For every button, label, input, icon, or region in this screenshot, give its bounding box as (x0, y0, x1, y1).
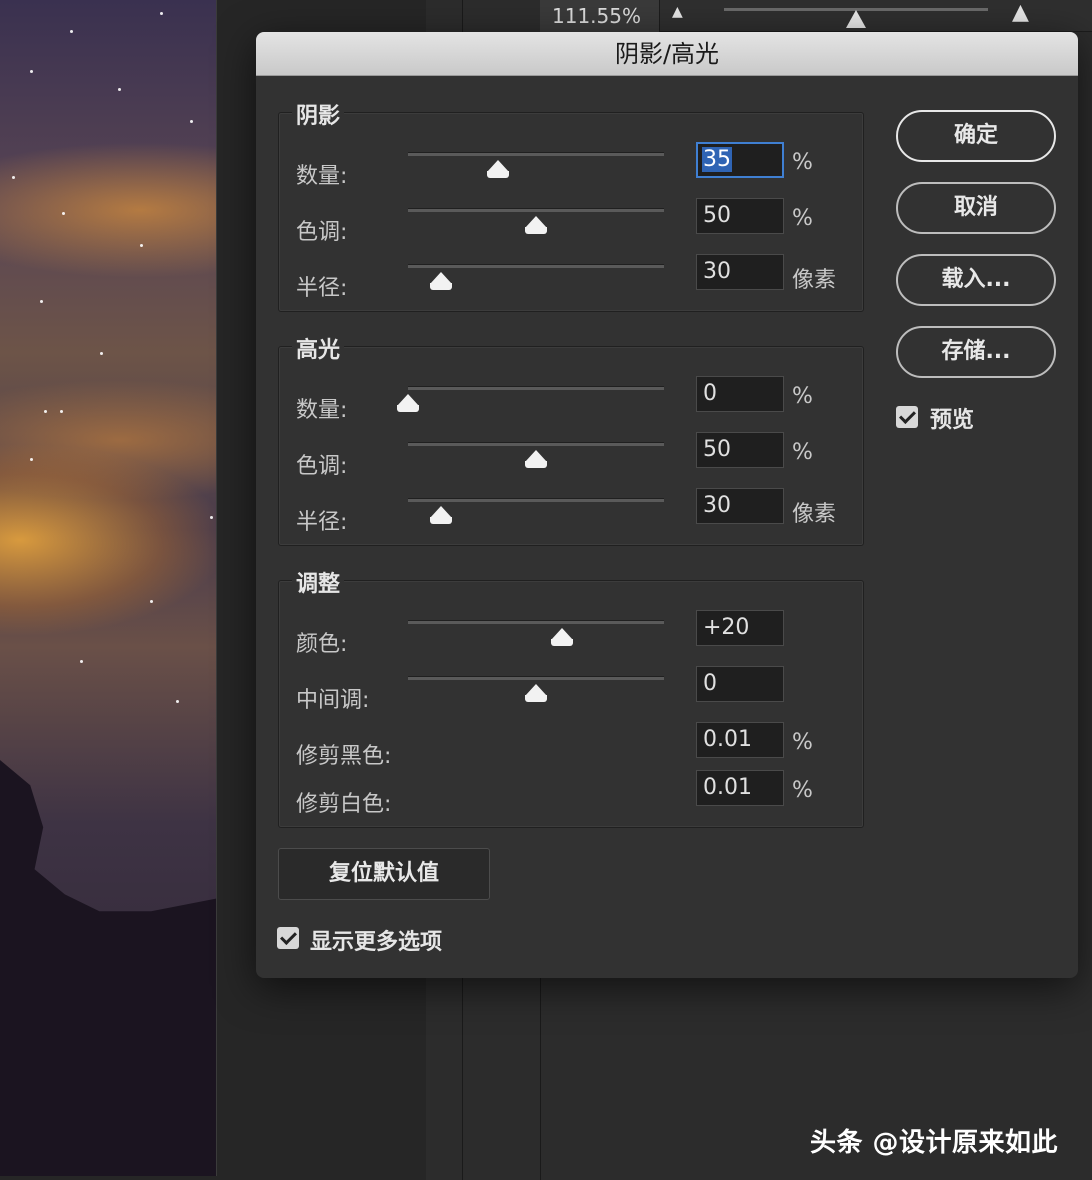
clip-black-input[interactable]: 0.01 (696, 722, 784, 758)
clip-white-row: 修剪白色: 0.01 % (296, 780, 856, 820)
highlights-radius-unit: 像素 (792, 496, 836, 528)
star (62, 212, 65, 215)
shadows-radius-input[interactable]: 30 (696, 254, 784, 290)
canvas-photo (0, 0, 216, 1176)
adjustments-title: 调整 (292, 566, 344, 598)
star (140, 244, 143, 247)
midtone-row: 中间调: 0 (296, 676, 856, 716)
mountain-small-icon[interactable]: ▲ (672, 4, 683, 20)
color-label: 颜色: (296, 626, 347, 658)
dialog-title: 阴影/高光 (256, 32, 1078, 76)
color-thumb[interactable] (551, 628, 573, 646)
mountain-large-icon[interactable]: ▲ (1012, 0, 1029, 25)
highlights-title: 高光 (292, 332, 344, 364)
color-input[interactable]: +20 (696, 610, 784, 646)
reset-defaults-button[interactable]: 复位默认值 (278, 848, 490, 900)
shadows-tone-input[interactable]: 50 (696, 198, 784, 234)
clip-black-row: 修剪黑色: 0.01 % (296, 732, 856, 772)
shadows-amount-thumb[interactable] (487, 160, 509, 178)
highlights-tone-label: 色调: (296, 448, 347, 480)
highlights-tone-track[interactable] (408, 442, 664, 446)
shadow-highlight-dialog: 阴影/高光 阴影 数量: 35 % 色调: 50 % 半径: 30 像素 高光 … (256, 32, 1078, 978)
shadows-tone-track[interactable] (408, 208, 664, 212)
star (150, 600, 153, 603)
shadows-radius-row: 半径: 30 像素 (296, 264, 856, 304)
color-row: 颜色: +20 (296, 620, 856, 660)
star (70, 30, 73, 33)
highlights-radius-track[interactable] (408, 498, 664, 502)
star (40, 300, 43, 303)
highlights-radius-label: 半径: (296, 504, 347, 536)
shadows-amount-track[interactable] (408, 152, 664, 156)
more-options-checkbox[interactable] (277, 927, 299, 949)
highlights-radius-row: 半径: 30 像素 (296, 498, 856, 538)
highlights-amount-input[interactable]: 0 (696, 376, 784, 412)
shadows-radius-track[interactable] (408, 264, 664, 268)
more-options-label[interactable]: 显示更多选项 (310, 924, 442, 956)
clip-black-unit: % (792, 730, 813, 755)
highlights-tone-input[interactable]: 50 (696, 432, 784, 468)
shadows-tone-unit: % (792, 206, 813, 231)
mountain-silhouette (0, 760, 216, 1176)
highlights-tone-unit: % (792, 440, 813, 465)
shadows-amount-input[interactable]: 35 (696, 142, 784, 178)
preview-checkbox[interactable] (896, 406, 918, 428)
star (160, 12, 163, 15)
star (118, 88, 121, 91)
shadows-tone-thumb[interactable] (525, 216, 547, 234)
shadows-title: 阴影 (292, 98, 344, 130)
highlights-amount-label: 数量: (296, 392, 347, 424)
highlights-radius-input[interactable]: 30 (696, 488, 784, 524)
highlights-tone-row: 色调: 50 % (296, 442, 856, 482)
load-button[interactable]: 载入... (896, 254, 1056, 306)
shadows-radius-thumb[interactable] (430, 272, 452, 290)
highlights-amount-track[interactable] (408, 386, 664, 390)
star (80, 660, 83, 663)
preview-label[interactable]: 预览 (930, 402, 974, 434)
color-track[interactable] (408, 620, 664, 624)
star (210, 516, 213, 519)
star (12, 176, 15, 179)
star (190, 120, 193, 123)
shadows-tone-row: 色调: 50 % (296, 208, 856, 248)
star (100, 352, 103, 355)
clip-white-input[interactable]: 0.01 (696, 770, 784, 806)
midtone-label: 中间调: (296, 682, 369, 714)
star (30, 458, 33, 461)
clip-black-label: 修剪黑色: (296, 738, 391, 770)
star (60, 410, 63, 413)
star (30, 70, 33, 73)
shadows-radius-label: 半径: (296, 270, 347, 302)
shadows-amount-unit: % (792, 150, 813, 175)
ok-button[interactable]: 确定 (896, 110, 1056, 162)
zoom-input[interactable]: 111.55% (540, 0, 660, 32)
shadows-amount-row: 数量: 35 % (296, 152, 856, 192)
highlights-amount-thumb[interactable] (397, 394, 419, 412)
star (176, 700, 179, 703)
save-button[interactable]: 存储... (896, 326, 1056, 378)
midtone-thumb[interactable] (525, 684, 547, 702)
watermark-text: 头条 @设计原来如此 (810, 1122, 1058, 1159)
highlights-tone-thumb[interactable] (525, 450, 547, 468)
shadows-tone-label: 色调: (296, 214, 347, 246)
highlights-radius-thumb[interactable] (430, 506, 452, 524)
zoom-slider-thumb[interactable] (846, 10, 866, 28)
shadows-amount-label: 数量: (296, 158, 347, 190)
cancel-button[interactable]: 取消 (896, 182, 1056, 234)
highlights-amount-unit: % (792, 384, 813, 409)
star (44, 410, 47, 413)
clip-white-label: 修剪白色: (296, 786, 391, 818)
midtone-track[interactable] (408, 676, 664, 680)
midtone-input[interactable]: 0 (696, 666, 784, 702)
highlights-amount-row: 数量: 0 % (296, 386, 856, 426)
zoom-bar: 111.55% ▲ ▲ (540, 0, 1092, 32)
clip-white-unit: % (792, 778, 813, 803)
shadows-radius-unit: 像素 (792, 262, 836, 294)
canvas-border (216, 0, 217, 1176)
